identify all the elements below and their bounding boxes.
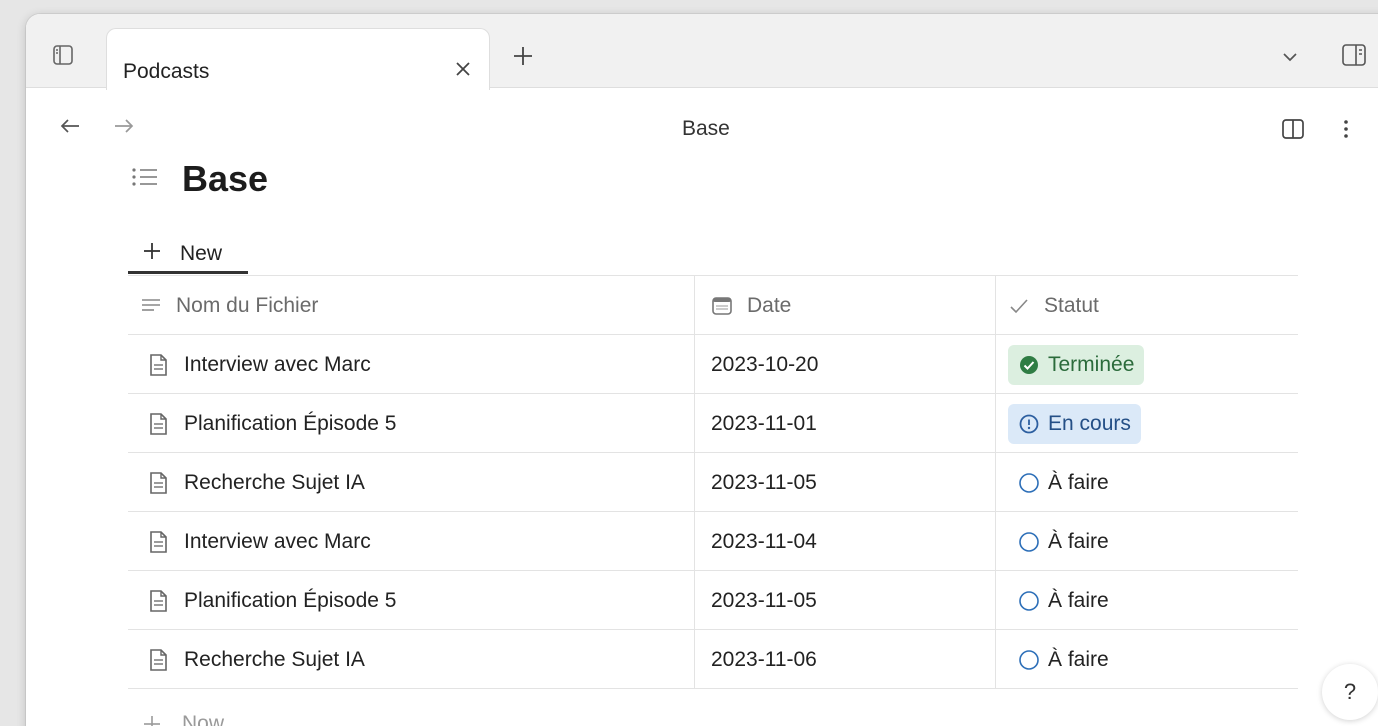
file-name: Recherche Sujet IA <box>184 470 365 494</box>
cell-date[interactable]: 2023-10-20 <box>695 335 996 394</box>
status-badge[interactable]: À faire <box>1008 581 1119 621</box>
add-row-button[interactable]: Now <box>128 704 224 726</box>
date-value: 2023-11-04 <box>711 529 817 553</box>
status-badge[interactable]: À faire <box>1008 640 1119 680</box>
tab-bar: Podcasts <box>26 14 1378 90</box>
status-label: À faire <box>1048 529 1109 553</box>
file-name: Planification Épisode 5 <box>184 411 397 435</box>
status-label: À faire <box>1048 588 1109 612</box>
navigation-bar: Base <box>26 88 1378 158</box>
status-label: Terminée <box>1048 352 1135 376</box>
tab-podcasts[interactable]: Podcasts <box>106 28 490 90</box>
status-badge[interactable]: Terminée <box>1008 344 1145 385</box>
cell-date[interactable]: 2023-11-01 <box>695 394 996 453</box>
cell-name[interactable]: Recherche Sujet IA <box>128 630 695 689</box>
table-row[interactable]: Recherche Sujet IA 2023-11-06 À faire <box>128 630 1298 689</box>
cell-date[interactable]: 2023-11-05 <box>695 571 996 630</box>
column-header-date[interactable]: Date <box>695 276 996 335</box>
date-value: 2023-11-05 <box>711 470 817 494</box>
cell-status[interactable]: En cours <box>996 394 1298 453</box>
empty-circle-icon <box>1018 472 1040 494</box>
table-row[interactable]: Recherche Sujet IA 2023-11-05 À faire <box>128 453 1298 512</box>
cell-status[interactable]: À faire <box>996 453 1298 512</box>
calendar-icon <box>711 295 733 317</box>
date-value: 2023-11-01 <box>711 411 817 435</box>
cell-name[interactable]: Planification Épisode 5 <box>128 394 695 453</box>
add-row-label: Now <box>182 712 225 726</box>
arrow-left-icon[interactable] <box>58 114 82 138</box>
cell-date[interactable]: 2023-11-05 <box>695 453 996 512</box>
table-row[interactable]: Planification Épisode 5 2023-11-01 En co… <box>128 394 1298 453</box>
check-circle-icon <box>1018 354 1040 376</box>
chevron-down-icon[interactable] <box>1280 47 1300 67</box>
more-vertical-icon[interactable] <box>1338 116 1354 142</box>
table-row[interactable]: Planification Épisode 5 2023-11-05 À fai… <box>128 571 1298 630</box>
cell-status[interactable]: À faire <box>996 512 1298 571</box>
date-value: 2023-11-05 <box>711 588 817 612</box>
app-window: Podcasts Base Base New Nom du Fichier Da… <box>26 14 1378 726</box>
status-label: À faire <box>1048 470 1109 494</box>
check-icon <box>1008 295 1030 317</box>
plus-icon <box>514 47 532 65</box>
column-header-label: Nom du Fichier <box>176 293 319 317</box>
cell-date[interactable]: 2023-11-06 <box>695 630 996 689</box>
file-name: Planification Épisode 5 <box>184 588 397 612</box>
status-badge[interactable]: En cours <box>1008 403 1141 444</box>
cell-name[interactable]: Planification Épisode 5 <box>128 571 695 630</box>
tab-label: Podcasts <box>123 60 210 83</box>
table-header-row: Nom du Fichier Date Statut <box>128 276 1298 335</box>
sidebar-toggle-icon[interactable] <box>52 44 74 66</box>
base-table: Nom du Fichier Date Statut Interview ave… <box>128 275 1298 689</box>
cell-name[interactable]: Interview avec Marc <box>128 512 695 571</box>
list-icon <box>130 164 160 190</box>
date-value: 2023-11-06 <box>711 647 817 671</box>
file-icon <box>148 471 168 495</box>
progress-circle-icon <box>1018 413 1040 435</box>
right-sidebar-icon[interactable] <box>1341 42 1367 68</box>
table-row[interactable]: Interview avec Marc 2023-11-04 À faire <box>128 512 1298 571</box>
cell-status[interactable]: Terminée <box>996 335 1298 394</box>
status-badge[interactable]: À faire <box>1008 463 1119 503</box>
page-title: Base <box>182 158 269 199</box>
split-view-icon[interactable] <box>1280 116 1306 142</box>
empty-circle-icon <box>1018 590 1040 612</box>
status-label: À faire <box>1048 647 1109 671</box>
cell-name[interactable]: Interview avec Marc <box>128 335 695 394</box>
help-button[interactable]: ? <box>1322 664 1378 720</box>
empty-circle-icon <box>1018 649 1040 671</box>
close-icon[interactable] <box>451 57 475 81</box>
plus-icon <box>142 241 162 261</box>
file-name: Recherche Sujet IA <box>184 647 365 671</box>
date-value: 2023-10-20 <box>711 352 819 376</box>
file-name: Interview avec Marc <box>184 529 371 553</box>
column-header-label: Statut <box>1044 293 1099 317</box>
text-lines-icon <box>140 295 162 317</box>
new-tab-button[interactable] <box>510 43 536 69</box>
column-header-name[interactable]: Nom du Fichier <box>128 276 695 335</box>
help-label: ? <box>1343 679 1357 704</box>
column-header-status[interactable]: Statut <box>996 276 1298 335</box>
file-icon <box>148 353 168 377</box>
cell-name[interactable]: Recherche Sujet IA <box>128 453 695 512</box>
status-label: En cours <box>1048 411 1131 435</box>
cell-status[interactable]: À faire <box>996 630 1298 689</box>
arrow-right-icon[interactable] <box>112 114 136 138</box>
view-tab-label: New <box>180 242 223 265</box>
file-name: Interview avec Marc <box>184 352 371 376</box>
view-tab-new[interactable]: New <box>128 228 248 274</box>
table-row[interactable]: Interview avec Marc 2023-10-20 Terminée <box>128 335 1298 394</box>
file-icon <box>148 589 168 613</box>
plus-icon <box>142 714 162 726</box>
file-icon <box>148 412 168 436</box>
status-badge[interactable]: À faire <box>1008 522 1119 562</box>
note-title[interactable]: Base <box>682 117 730 141</box>
empty-circle-icon <box>1018 531 1040 553</box>
column-header-label: Date <box>747 293 792 317</box>
file-icon <box>148 530 168 554</box>
cell-status[interactable]: À faire <box>996 571 1298 630</box>
cell-date[interactable]: 2023-11-04 <box>695 512 996 571</box>
file-icon <box>148 648 168 672</box>
